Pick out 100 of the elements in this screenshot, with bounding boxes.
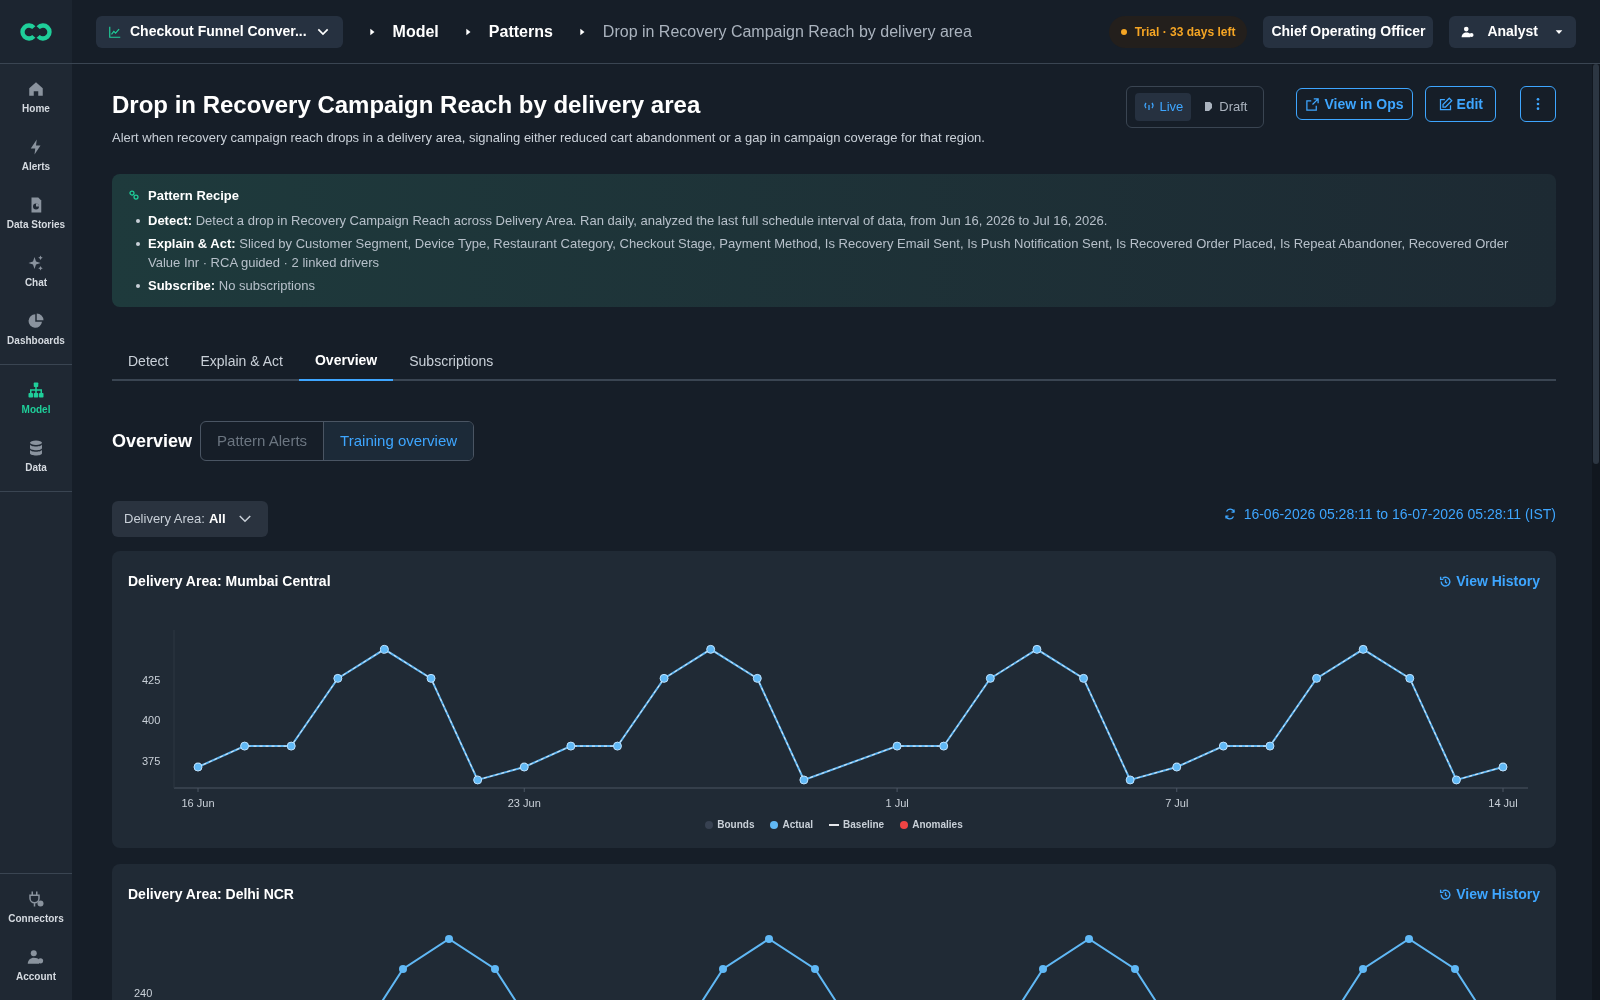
sidebar-item[interactable]: Connectors <box>0 886 72 930</box>
filter-dropdown[interactable]: Delivery Area: All <box>112 501 268 537</box>
legend-item[interactable]: Bounds <box>705 817 755 832</box>
data-point <box>985 673 995 683</box>
data-point <box>752 673 762 683</box>
sidebar-item[interactable]: Data Stories <box>0 192 72 236</box>
date-range: 16-06-2026 05:28:11 to 16-07-2026 05:28:11 (IST) <box>1243 504 1556 524</box>
data-point <box>1039 965 1047 973</box>
broadcast-icon <box>1143 101 1156 113</box>
y-tick-label: 240 <box>134 986 153 1000</box>
data-point <box>426 673 436 683</box>
refresh-icon <box>1223 508 1236 520</box>
view-history-link[interactable]: View History <box>1439 571 1540 592</box>
data-point <box>612 741 622 751</box>
sidebar-item[interactable]: Dashboards <box>0 308 72 352</box>
data-point <box>1312 673 1322 683</box>
sidebar-item[interactable]: Model <box>0 377 72 421</box>
history-icon <box>1439 888 1453 901</box>
data-point <box>1172 762 1182 772</box>
pie-chart-icon <box>27 312 45 330</box>
section-title: Overview <box>112 429 193 453</box>
x-tick-label: 7 Jul <box>1165 797 1189 809</box>
external-link-icon <box>1305 96 1321 112</box>
data-point <box>519 762 529 772</box>
breadcrumb-link[interactable]: Patterns <box>488 19 553 44</box>
page-breadcrumb: Drop in Recovery Campaign Reach by delivery area <box>602 21 972 42</box>
page-title: Drop in Recovery Campaign Reach by delivery area <box>112 90 702 120</box>
scrollbar[interactable] <box>1593 64 1599 464</box>
recipe-title: Pattern Recipe <box>148 186 240 205</box>
view-in-ops-button[interactable]: View in Ops <box>1296 88 1413 120</box>
y-tick-label: 375 <box>142 754 161 767</box>
data-point <box>1125 775 1135 785</box>
dataset-dropdown[interactable]: Checkout Funnel Conver... <box>96 15 343 48</box>
history-icon <box>1439 575 1453 588</box>
tab[interactable]: Detect <box>112 341 185 381</box>
more-button[interactable] <box>1520 86 1556 122</box>
data-point <box>1358 644 1368 654</box>
user-menu-button[interactable]: Analyst <box>1449 15 1576 48</box>
x-tick-label: 23 Jun <box>507 797 541 809</box>
data-point <box>1451 775 1461 785</box>
y-tick-label: 400 <box>142 714 161 727</box>
data-point <box>1451 965 1459 973</box>
data-point <box>706 644 716 654</box>
plug-icon <box>27 890 45 908</box>
edit-button[interactable]: Edit <box>1424 86 1496 122</box>
data-point <box>1079 673 1089 683</box>
home-icon <box>27 80 45 98</box>
data-point <box>1131 965 1139 973</box>
data-point <box>1085 935 1093 943</box>
data-point <box>445 935 453 943</box>
mode-tab[interactable]: Live <box>1135 93 1192 121</box>
tab[interactable]: Subscriptions <box>393 341 510 381</box>
tab[interactable]: Explain & Act <box>184 341 299 381</box>
chart-title: Delivery Area: Delhi NCR <box>128 885 294 904</box>
data-point <box>1359 965 1367 973</box>
data-point <box>1405 673 1415 683</box>
data-point <box>659 673 669 683</box>
data-point <box>811 965 819 973</box>
mode-tab[interactable]: Draft <box>1195 93 1256 121</box>
data-point <box>379 644 389 654</box>
data-point <box>193 762 203 772</box>
data-point <box>765 935 773 943</box>
legend-item[interactable]: Actual <box>770 817 814 832</box>
breadcrumb-link[interactable]: Model <box>392 19 439 44</box>
data-point <box>491 965 499 973</box>
database-icon <box>27 439 45 457</box>
x-tick-label: 1 Jul <box>885 797 909 809</box>
legend-item[interactable]: Baseline <box>829 817 885 832</box>
segment-button[interactable]: Training overview <box>324 422 474 460</box>
data-point <box>1265 741 1275 751</box>
data-point <box>1032 644 1042 654</box>
data-point <box>719 965 727 973</box>
sidebar-item[interactable]: Account <box>0 944 72 988</box>
data-point <box>566 741 576 751</box>
page-description: Alert when recovery campaign reach drops in a delivery area, signaling either reduced cart abandonment or a gap in campaign coverage for that region. <box>112 129 986 147</box>
sidebar-item[interactable]: Data <box>0 435 72 479</box>
x-tick-label: 16 Jun <box>181 797 215 809</box>
data-point <box>473 775 483 785</box>
tab[interactable]: Overview <box>298 341 394 381</box>
sidebar-item[interactable]: Alerts <box>0 134 72 178</box>
y-tick-label: 425 <box>142 674 161 686</box>
sparkle-icon <box>27 254 45 272</box>
data-point <box>799 775 809 785</box>
link-circles-icon <box>128 189 140 202</box>
role-button[interactable]: Chief Operating Officer <box>1263 15 1434 48</box>
view-history-link[interactable]: View History <box>1439 884 1540 905</box>
data-point <box>399 965 407 973</box>
line-chart-icon <box>108 24 122 39</box>
legend-item[interactable]: Anomalies <box>900 817 963 832</box>
trial-badge: Trial · 33 days left <box>1108 15 1248 48</box>
recipe-line: Detect: Detect a drop in Recovery Campaign Reach across Delivery Area. Ran daily, analyzed the last full schedule interval of data, from Jun 16, 2026 to Jul 16, 2026. <box>148 212 1109 230</box>
recipe-line: Explain & Act: Sliced by Customer Segment, Device Type, Restaurant Category, Checkout Stage, Payment Method, Is Recovery Email Sent, Is Push Notification Sent, Is Recovered Order Placed, Is Repeat Abandoner, Recovered Order Value Inr · RCA guided · 2 linked drivers <box>148 235 1510 272</box>
edit-icon <box>1437 96 1453 112</box>
data-point <box>939 741 949 751</box>
recipe-line: Subscribe: No subscriptions <box>148 277 316 295</box>
data-point <box>240 741 250 751</box>
sidebar-item[interactable]: Chat <box>0 250 72 294</box>
sidebar-item[interactable]: Home <box>0 76 72 120</box>
data-point <box>333 673 343 683</box>
data-point <box>1405 935 1413 943</box>
